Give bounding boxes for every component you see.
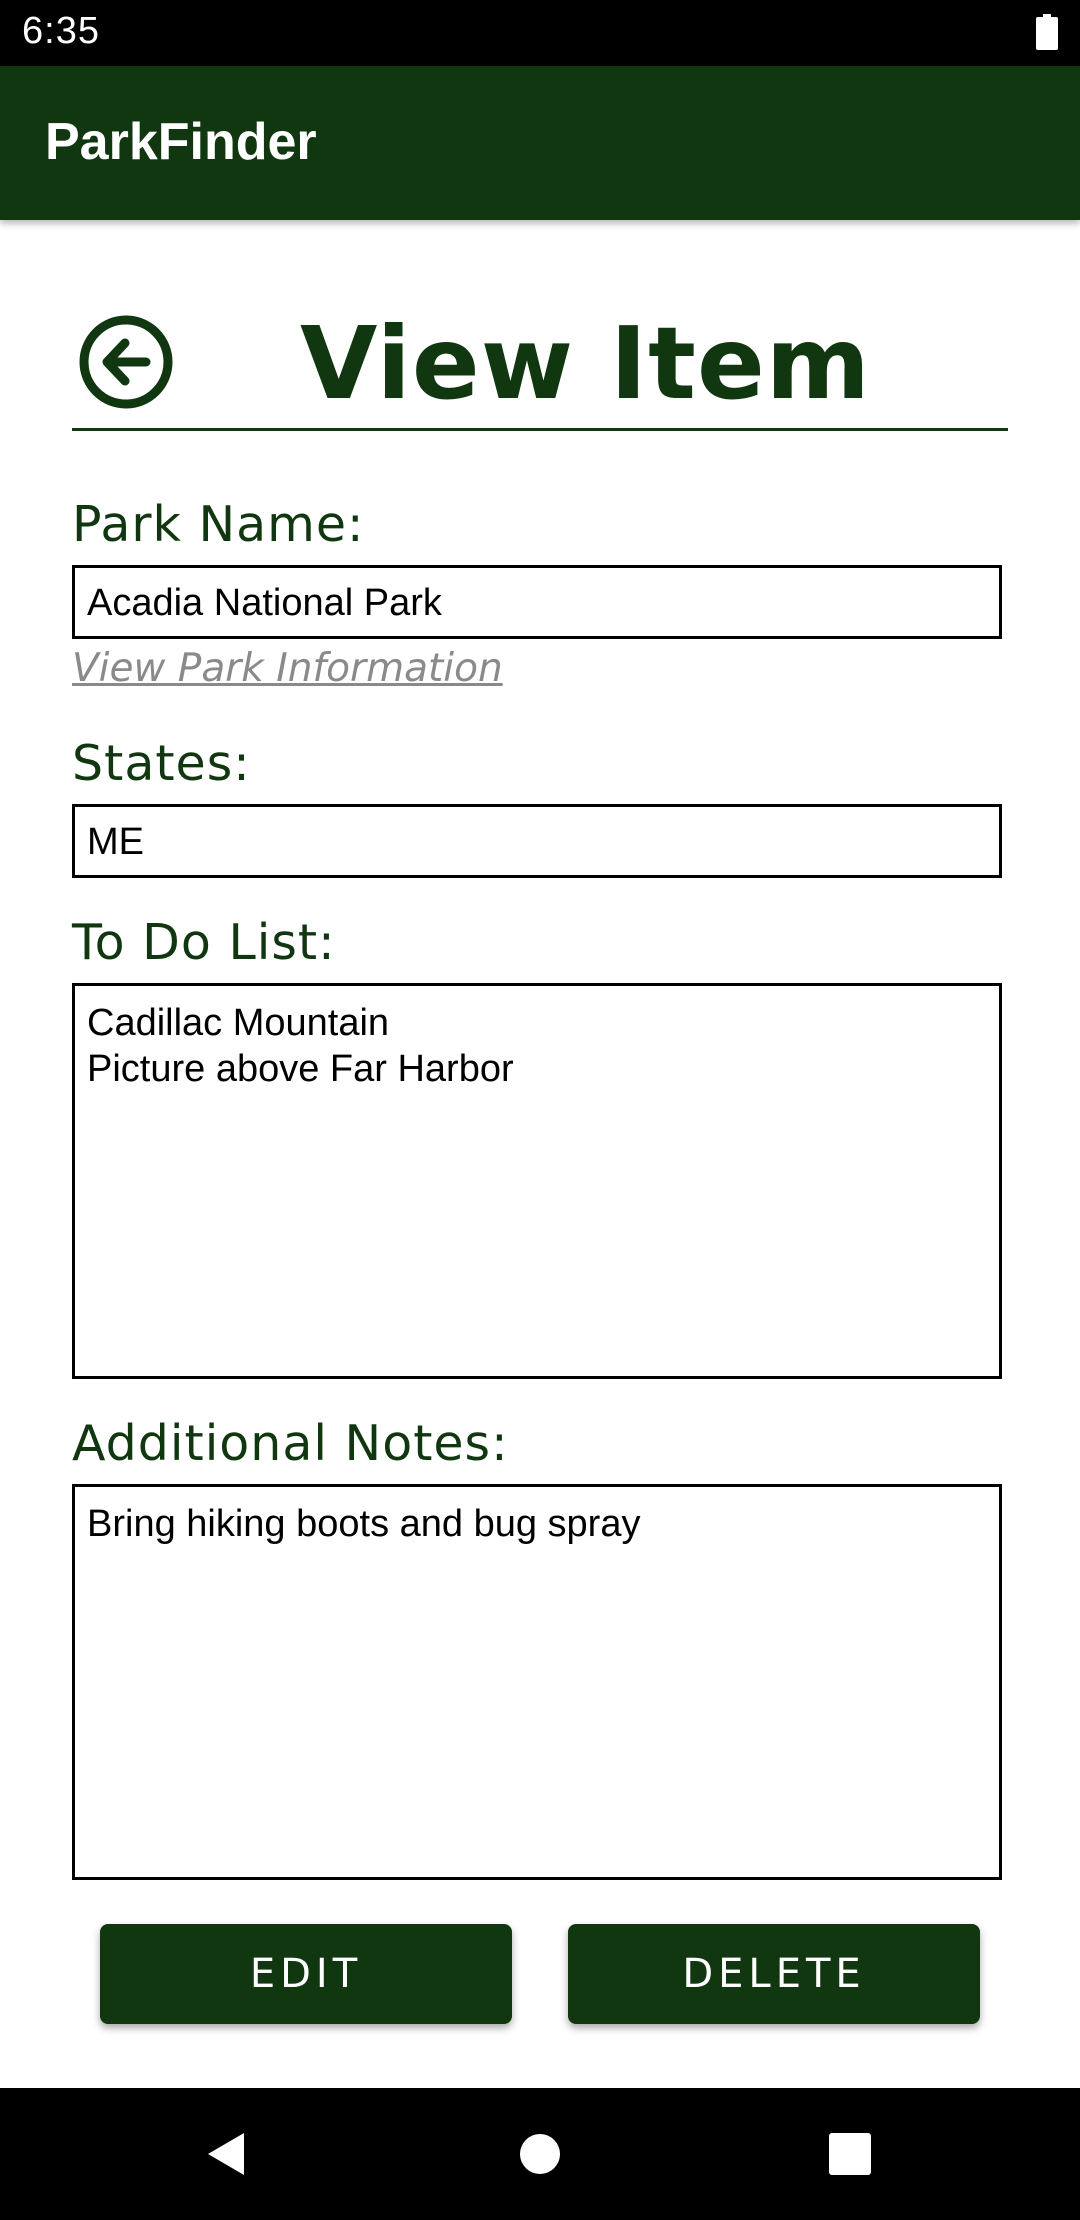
system-nav-bar	[0, 2088, 1080, 2220]
status-time: 6:35	[22, 10, 100, 52]
todo-list-field[interactable]: Cadillac Mountain Picture above Far Harb…	[72, 983, 1002, 1379]
back-button[interactable]	[78, 314, 174, 410]
title-divider	[72, 428, 1008, 431]
delete-button[interactable]: DELETE	[568, 1924, 980, 2024]
battery-full-icon	[1036, 14, 1058, 50]
states-label: States:	[72, 735, 251, 792]
todo-list-label: To Do List:	[72, 914, 336, 971]
park-name-label: Park Name:	[72, 496, 365, 553]
back-arrow-circle-icon	[79, 315, 173, 409]
additional-notes-field[interactable]: Bring hiking boots and bug spray	[72, 1484, 1002, 1880]
nav-home-button[interactable]	[496, 2110, 584, 2198]
nav-home-icon	[520, 2134, 560, 2174]
additional-notes-label: Additional Notes:	[72, 1415, 509, 1472]
edit-button[interactable]: EDIT	[100, 1924, 512, 2024]
view-park-information-link[interactable]: View Park Information	[72, 646, 503, 691]
status-bar: 6:35	[0, 0, 1080, 66]
nav-back-icon	[208, 2133, 244, 2175]
nav-recents-icon	[829, 2133, 871, 2175]
page-title: View Item	[300, 305, 871, 422]
app-bar: ParkFinder	[0, 66, 1080, 220]
nav-back-button[interactable]	[183, 2110, 271, 2198]
app-title: ParkFinder	[45, 113, 317, 171]
park-name-field[interactable]: Acadia National Park	[72, 565, 1002, 639]
states-field[interactable]: ME	[72, 804, 1002, 878]
nav-recents-button[interactable]	[806, 2110, 894, 2198]
